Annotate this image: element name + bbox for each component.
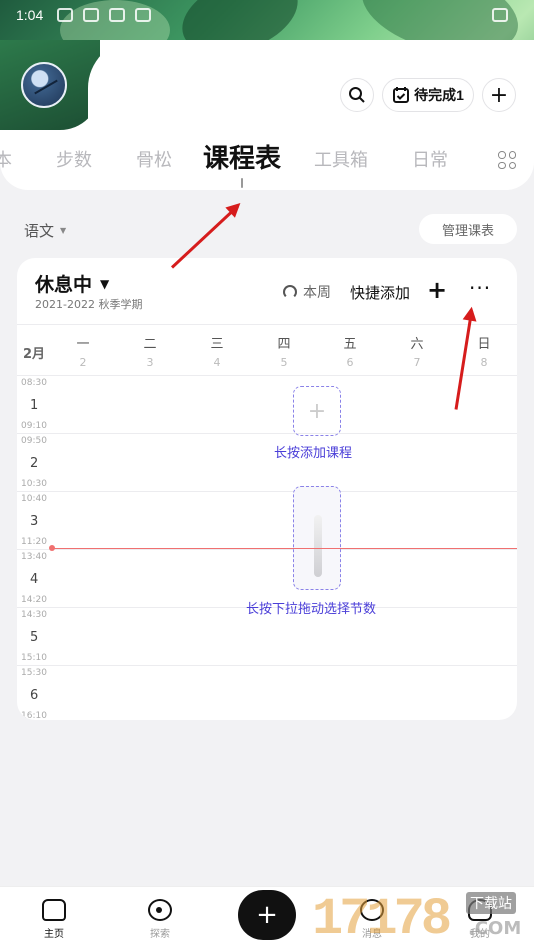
more-icon[interactable]: ··· — [469, 276, 491, 300]
drag-select-hint: 长按下拉拖动选择节数 — [246, 602, 377, 617]
calendar-check-icon — [393, 87, 410, 103]
explore-icon — [148, 899, 172, 921]
period-row[interactable]: 15:30 6 16:10 — [17, 666, 517, 720]
period-row[interactable]: 08:30 1 09:10 — [17, 376, 517, 434]
plus-icon: + — [489, 82, 509, 108]
todo-button[interactable]: 待完成1 — [382, 78, 474, 112]
caret-down-icon: ▼ — [60, 226, 67, 235]
add-button[interactable]: + — [482, 78, 516, 112]
watermark: 17178 下载站 .COM — [312, 890, 522, 949]
tab-indicator — [241, 178, 243, 188]
refresh-icon — [283, 285, 297, 299]
tab-daily[interactable]: 日常 — [412, 146, 448, 172]
quick-add-plus-icon[interactable]: + — [427, 276, 447, 304]
status-bar: 1:04 — [0, 0, 534, 30]
manage-schedule-button[interactable]: 管理课表 — [419, 214, 517, 244]
day-column-header: 四5 — [277, 337, 291, 369]
chevron-down-icon: ▼ — [100, 276, 110, 291]
month-label: 2月 — [23, 347, 46, 362]
period-row[interactable]: 10:40 3 11:20 — [17, 492, 517, 550]
tab-bone[interactable]: 骨松 — [136, 146, 172, 172]
term-label: 2021-2022 秋季学期 — [35, 298, 143, 311]
schedule-status[interactable]: 休息中 ▼ — [35, 270, 109, 297]
plus-icon: + — [256, 900, 278, 930]
status-time: 1:04 — [16, 7, 44, 23]
create-button[interactable]: + — [238, 890, 296, 940]
schedule-card: 休息中 ▼ 2021-2022 秋季学期 本周 快捷添加 + ··· 2月 一2… — [17, 258, 517, 720]
plus-icon: + — [307, 398, 327, 424]
day-column-header: 二3 — [143, 337, 157, 369]
day-column-header: 一2 — [76, 337, 90, 369]
subject-selector[interactable]: 语文 ▼ — [24, 220, 66, 241]
avatar[interactable] — [21, 62, 67, 108]
schedule-title: 休息中 — [35, 274, 93, 296]
todo-label: 待完成1 — [414, 87, 464, 103]
search-icon — [349, 87, 365, 103]
current-time-line — [51, 548, 517, 549]
battery-icon — [492, 8, 508, 22]
period-row[interactable]: 09:50 2 10:30 — [17, 434, 517, 492]
add-course-hint: 长按添加课程 — [274, 446, 353, 461]
search-button[interactable] — [340, 78, 374, 112]
this-week-button[interactable]: 本周 — [283, 282, 331, 302]
tab-steps[interactable]: 步数 — [56, 146, 92, 172]
home-icon — [42, 899, 66, 921]
notification-icon — [109, 8, 126, 22]
subject-label: 语文 — [24, 222, 55, 240]
drag-select-slot[interactable] — [293, 486, 341, 590]
drag-handle[interactable] — [314, 515, 322, 577]
tab-ben[interactable]: 本 — [0, 146, 12, 172]
grid-icon[interactable] — [498, 151, 516, 169]
nav-home[interactable]: 主页 — [24, 899, 84, 940]
category-tabs: 本 步数 骨松 课程表 工具箱 日常 — [0, 136, 534, 184]
notification-icon — [57, 8, 74, 22]
quick-add-button[interactable]: 快捷添加 — [350, 282, 410, 303]
day-column-header: 日8 — [477, 337, 491, 369]
day-column-header: 三4 — [210, 337, 224, 369]
nav-explore[interactable]: 探索 — [130, 899, 190, 940]
week-header: 2月 一2 二3 三4 四5 五6 六7 日8 — [17, 324, 517, 376]
tab-toolbox[interactable]: 工具箱 — [314, 146, 368, 172]
add-course-slot[interactable]: + — [293, 386, 341, 436]
this-week-label: 本周 — [303, 285, 331, 301]
notification-icon — [83, 8, 100, 22]
tab-schedule[interactable]: 课程表 — [203, 138, 281, 175]
day-column-header: 六7 — [410, 337, 424, 369]
day-column-header: 五6 — [343, 337, 357, 369]
notification-icon — [135, 8, 152, 22]
